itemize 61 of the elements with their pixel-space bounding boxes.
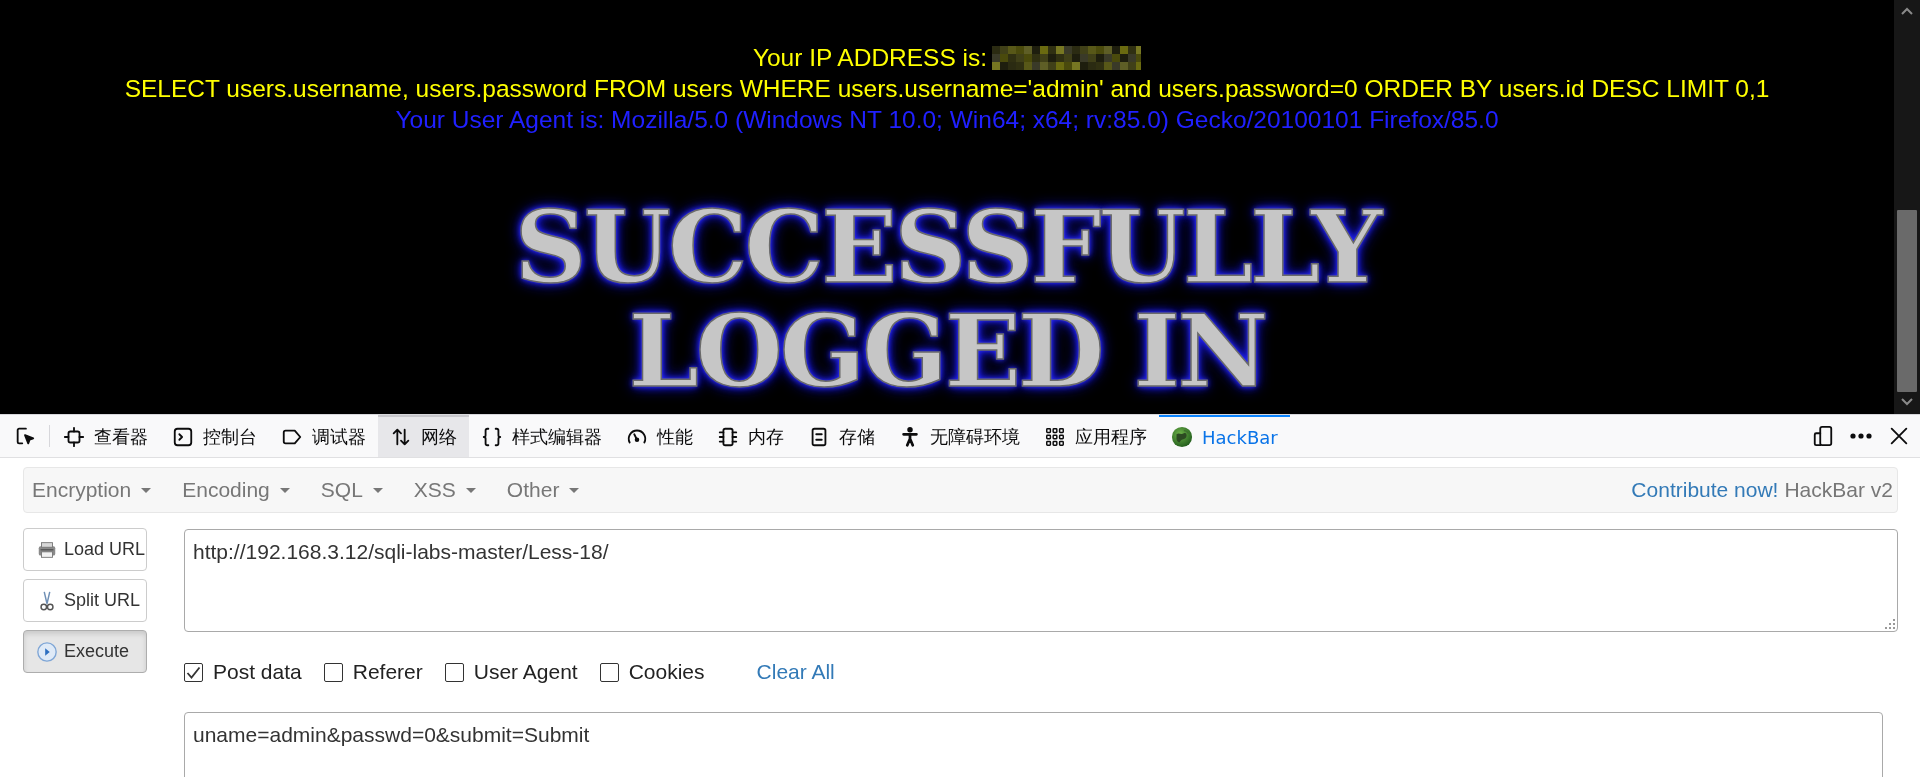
menu-item[interactable]: Encoding xyxy=(182,478,290,502)
ip-label: Your IP ADDRESS is: xyxy=(752,43,988,73)
resize-grip-icon[interactable] xyxy=(1885,619,1895,629)
close-icon xyxy=(1888,425,1910,447)
scrollbar-thumb[interactable] xyxy=(1897,210,1917,392)
sql-query-text: SELECT users.username, users.password FROM users WHERE users.username='admin' and users.password=0 ORDER BY users.id DESC LIMIT 0,1 xyxy=(124,74,1770,104)
caret-icon xyxy=(372,487,383,493)
more-icon xyxy=(1850,433,1872,439)
menu-item[interactable]: XSS xyxy=(413,478,476,502)
checkbox-label[interactable]: User Agent xyxy=(473,660,578,684)
caret-icon xyxy=(141,487,152,493)
menu-item[interactable]: Encryption xyxy=(32,478,152,502)
action-button[interactable]: Split URL xyxy=(23,579,147,622)
action-button[interactable]: Load URL xyxy=(23,528,147,571)
square-crosshair-icon xyxy=(63,426,85,448)
banner-text: LOGGED IN xyxy=(628,299,1266,403)
checkbox[interactable] xyxy=(323,662,343,682)
devtools-tab[interactable]: 无障碍环境 xyxy=(887,415,1032,457)
checkbox[interactable] xyxy=(599,662,619,682)
devtools-tab[interactable]: 调试器 xyxy=(269,415,378,457)
checkbox-label[interactable]: Post data xyxy=(213,660,302,684)
responsive-view-button[interactable] xyxy=(1812,425,1834,447)
devtools-tab[interactable]: 应用程序 xyxy=(1032,415,1159,457)
braces-icon xyxy=(481,426,503,448)
banner-text: SUCCESSFULLY xyxy=(514,195,1380,299)
devtools-tab[interactable]: 性能 xyxy=(614,415,705,457)
checkbox[interactable] xyxy=(184,662,203,682)
devtools-tab[interactable]: 内存 xyxy=(705,415,796,457)
caret-icon xyxy=(569,487,580,493)
more-button[interactable] xyxy=(1850,433,1872,439)
devices-icon xyxy=(1812,425,1834,447)
up-down-arrows-icon xyxy=(390,426,412,448)
caret-icon xyxy=(465,487,476,493)
clear-all-link[interactable]: Clear All xyxy=(756,660,835,684)
close-button[interactable] xyxy=(1888,425,1910,447)
action-button[interactable]: Execute xyxy=(23,630,147,673)
post-data-textarea[interactable]: uname=admin&passwd=0&submit=Submit xyxy=(184,712,1883,777)
check-icon xyxy=(186,665,201,679)
terminal-icon xyxy=(172,426,194,448)
checkbox-label[interactable]: Cookies xyxy=(628,660,705,684)
version-text: HackBar v2 xyxy=(1784,478,1893,502)
checkbox[interactable] xyxy=(444,662,464,682)
devtools-tab[interactable]: 控制台 xyxy=(160,415,269,457)
chip-icon xyxy=(717,426,739,448)
scroll-up-icon[interactable] xyxy=(1901,7,1913,15)
devtools-tab[interactable]: 存储 xyxy=(796,415,887,457)
menu-item[interactable]: Other xyxy=(506,478,580,502)
checkbox-label[interactable]: Referer xyxy=(352,660,423,684)
devtools-tab[interactable]: 查看器 xyxy=(51,415,160,457)
caret-icon xyxy=(279,487,290,493)
sphere-icon xyxy=(1171,426,1193,448)
scroll-down-icon[interactable] xyxy=(1901,398,1913,406)
url-textarea[interactable]: http://192.168.3.12/sqli-labs-master/Less-18/ xyxy=(184,529,1898,632)
person-icon xyxy=(899,426,921,448)
grid-icon xyxy=(1044,426,1066,448)
devtools-tab[interactable]: 样式编辑器 xyxy=(469,415,614,457)
play-icon xyxy=(36,640,58,663)
user-agent-text: Your User Agent is: Mozilla/5.0 (Windows NT 10.0; Win64; x64; rv:85.0) Gecko/20100101 Firefox/85.0 xyxy=(395,105,1499,135)
devtools-tab[interactable]: 网络 xyxy=(378,415,469,457)
contribute-link[interactable]: Contribute now! xyxy=(1631,478,1779,502)
menu-item[interactable]: SQL xyxy=(320,478,383,502)
